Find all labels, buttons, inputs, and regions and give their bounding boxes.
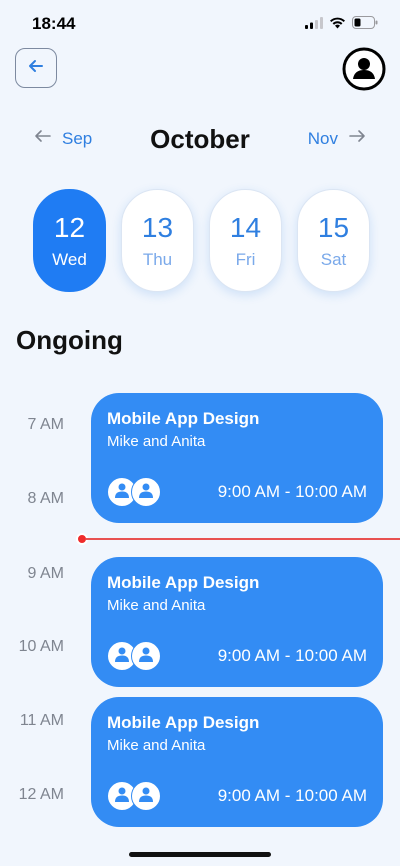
arrow-right-icon: [348, 128, 366, 149]
event-time: 9:00 AM - 10:00 AM: [217, 482, 367, 501]
day-pill-13[interactable]: 13 Thu: [121, 189, 194, 292]
back-button[interactable]: [15, 48, 57, 88]
time-label: 9 AM: [27, 565, 64, 582]
time-label: 10 AM: [18, 638, 64, 655]
current-time-line: [86, 538, 400, 540]
event-attendees: Mike and Anita: [107, 433, 206, 450]
day-name: Sat: [320, 249, 347, 269]
event-card[interactable]: Mobile App Design Mike and Anita 9:00 AM…: [91, 557, 383, 687]
next-month-label: Nov: [307, 128, 338, 148]
time-label: 12 AM: [18, 786, 64, 803]
event-time: 9:00 AM - 10:00 AM: [217, 786, 367, 805]
attendee-avatars: [107, 477, 161, 507]
wifi-icon: [329, 16, 346, 34]
battery-icon: [352, 16, 378, 34]
day-pill-14[interactable]: 14 Fri: [209, 189, 282, 292]
time-label: 8 AM: [27, 490, 64, 507]
day-number: 13: [141, 211, 174, 243]
time-label: 7 AM: [27, 416, 64, 433]
day-number: 12: [53, 211, 86, 243]
next-month-button[interactable]: Nov: [308, 128, 366, 149]
day-number: 14: [229, 211, 262, 243]
avatar: [131, 477, 161, 507]
arrow-left-icon: [26, 56, 46, 81]
user-icon: [113, 785, 131, 808]
event-card[interactable]: Mobile App Design Mike and Anita 9:00 AM…: [91, 393, 383, 523]
event-attendees: Mike and Anita: [107, 737, 206, 754]
avatar: [131, 641, 161, 671]
section-title: Ongoing: [16, 325, 123, 355]
event-time: 9:00 AM - 10:00 AM: [217, 646, 367, 665]
user-icon: [113, 481, 131, 504]
day-pill-15[interactable]: 15 Sat: [297, 189, 370, 292]
event-title: Mobile App Design: [107, 409, 260, 428]
status-icons: [305, 16, 378, 34]
current-time-indicator: [76, 532, 400, 546]
user-icon: [113, 645, 131, 668]
profile-button[interactable]: [342, 47, 386, 91]
avatar: [131, 781, 161, 811]
user-icon: [137, 645, 155, 668]
user-circle-icon: [342, 47, 386, 95]
event-card[interactable]: Mobile App Design Mike and Anita 9:00 AM…: [91, 697, 383, 827]
home-indicator[interactable]: [129, 852, 271, 857]
day-name: Thu: [142, 249, 173, 269]
attendee-avatars: [107, 641, 161, 671]
time-label: 11 AM: [19, 712, 64, 729]
cellular-signal-icon: [305, 16, 323, 34]
user-icon: [137, 785, 155, 808]
day-name: Wed: [52, 249, 87, 269]
day-pill-12[interactable]: 12 Wed: [33, 189, 106, 292]
month-navigation: Sep October Nov: [0, 120, 400, 160]
day-number: 15: [317, 211, 350, 243]
event-title: Mobile App Design: [107, 713, 260, 732]
event-title: Mobile App Design: [107, 573, 260, 592]
event-attendees: Mike and Anita: [107, 597, 206, 614]
status-bar: 18:44: [0, 0, 400, 44]
user-icon: [137, 481, 155, 504]
day-name: Fri: [235, 249, 256, 269]
status-time: 18:44: [32, 14, 76, 33]
attendee-avatars: [107, 781, 161, 811]
day-selector: 12 Wed 13 Thu 14 Fri 15 Sat: [33, 189, 370, 292]
